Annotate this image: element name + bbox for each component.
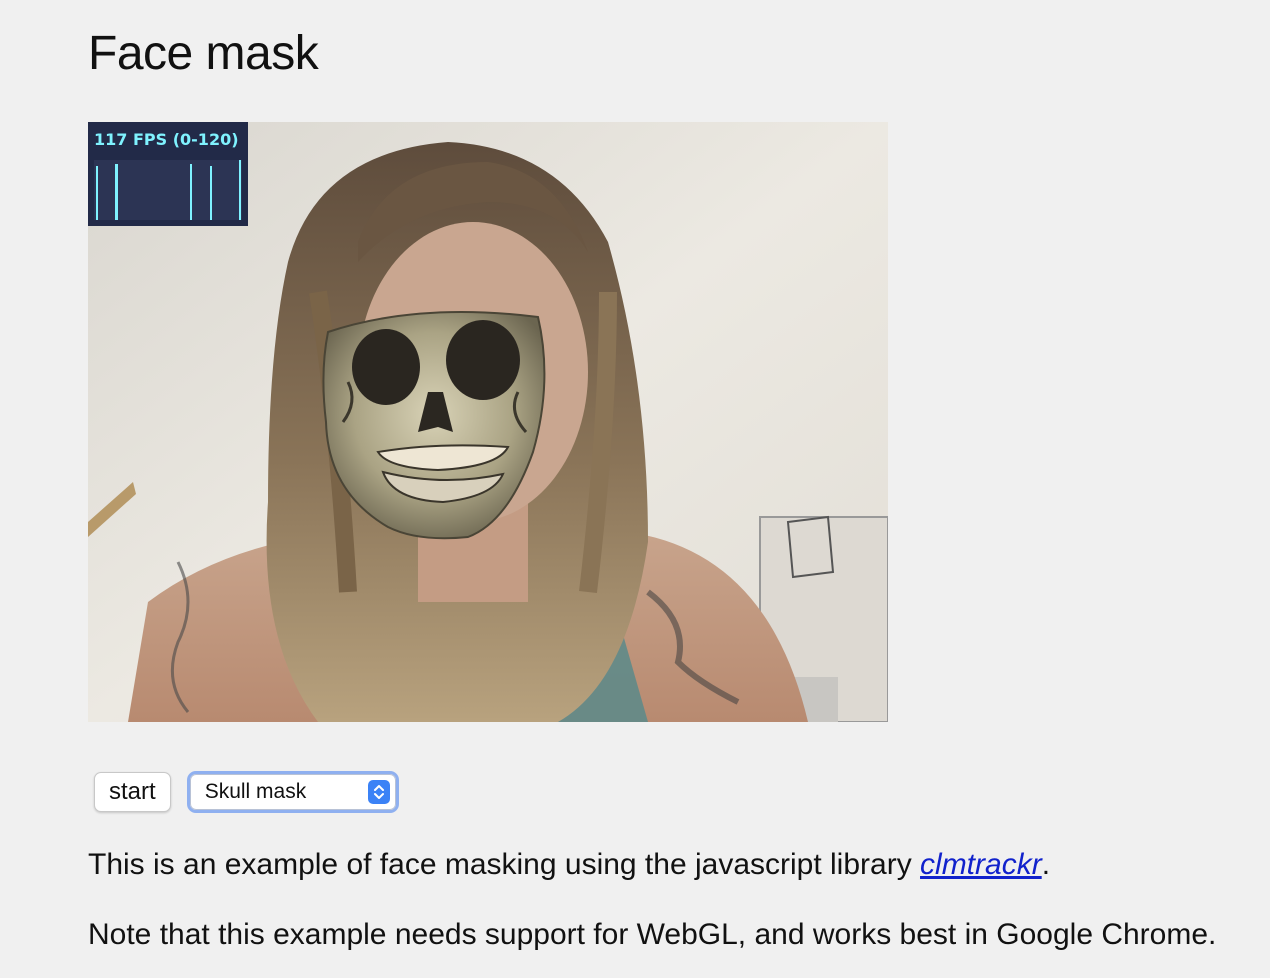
fps-graph — [94, 160, 242, 220]
start-button[interactable]: start — [94, 772, 171, 812]
mask-select[interactable]: Skull mask — [186, 771, 399, 813]
select-arrows-icon[interactable] — [367, 780, 390, 804]
fps-label: 117 FPS (0-120) — [94, 130, 239, 149]
clmtrackr-link[interactable]: clmtrackr — [920, 848, 1042, 881]
page-title: Face mask — [88, 27, 319, 80]
mask-select-value-box[interactable]: Skull mask — [189, 774, 396, 810]
video-canvas: 117 FPS (0-120) — [88, 122, 888, 722]
mask-select-value: Skull mask — [204, 780, 307, 803]
description-line-1: This is an example of face masking using… — [88, 848, 1050, 882]
description-period: . — [1041, 848, 1051, 881]
controls-bar: start Skull mask — [94, 771, 399, 813]
description-text-1: This is an example of face masking using… — [88, 848, 921, 881]
page: Face mask 117 FPS (0-120) start Skull ma… — [0, 0, 1270, 978]
fps-graph-bars — [96, 160, 241, 220]
description-line-2: Note that this example needs support for… — [88, 918, 1217, 951]
fps-stats-panel: 117 FPS (0-120) — [88, 122, 248, 226]
